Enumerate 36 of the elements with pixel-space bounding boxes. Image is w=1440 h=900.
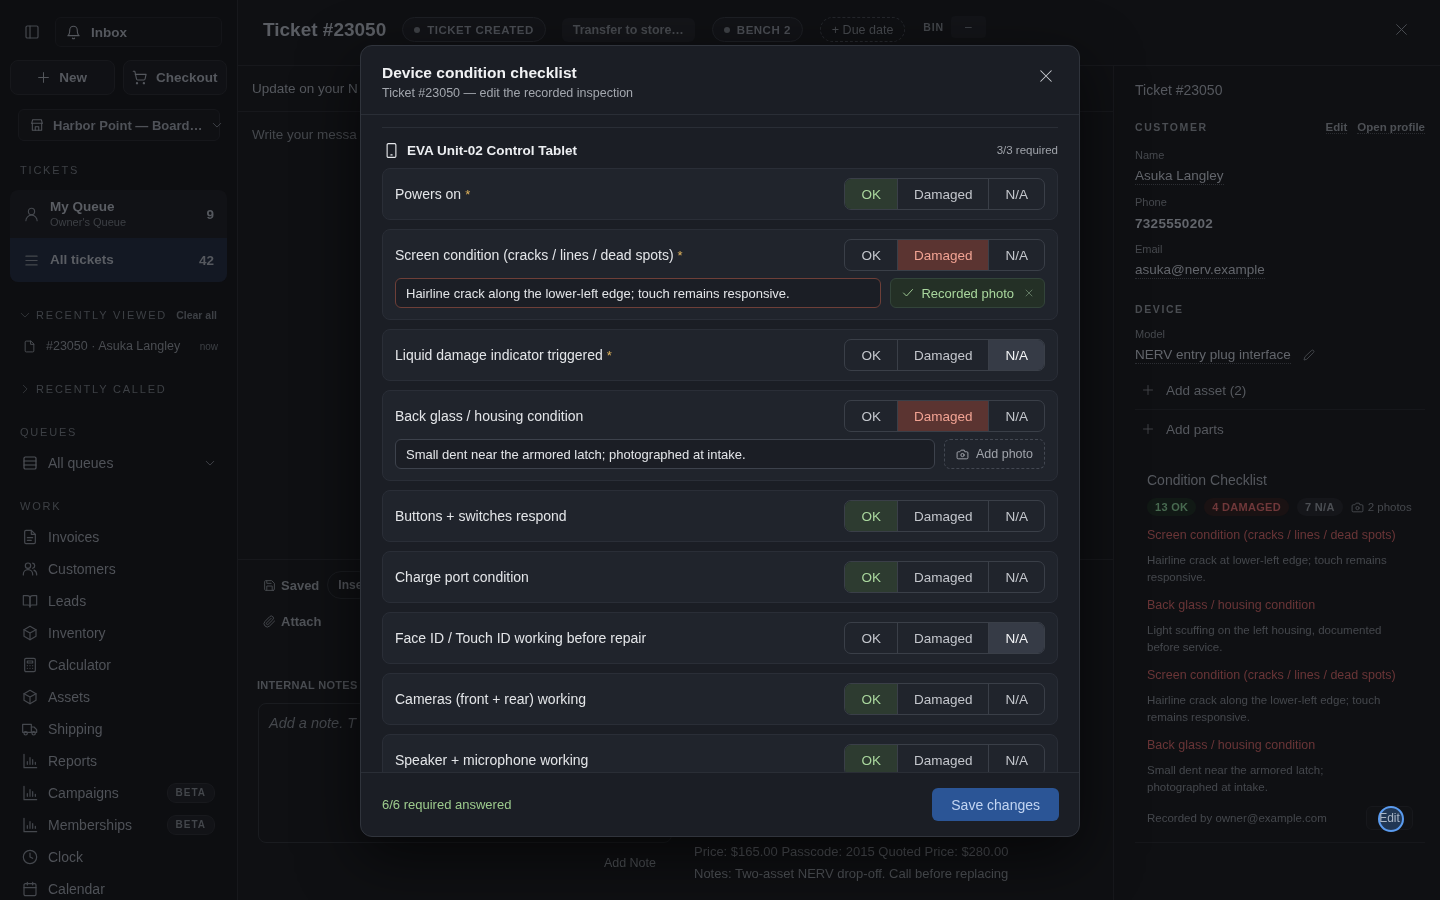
entry-title: Back glass / housing condition [1147,737,1316,754]
ticket-title: Ticket #23050 [263,18,387,41]
item-label: Buttons + switches respond [395,508,567,524]
field-label: Email [1135,242,1163,256]
item-label: Face ID / Touch ID working before repair [395,630,647,646]
item-label: Screen condition (cracks / lines / dead spots) [395,247,674,263]
item-label: Back glass / housing condition [395,408,584,424]
item-label: Cameras (front + rear) working [395,691,586,707]
required-mark: * [677,247,683,263]
field-label: Model [1135,327,1165,341]
device-name: EVA Unit-02 Control Tablet [407,142,578,158]
required-mark: * [606,347,612,363]
field-label: Phone [1135,195,1167,209]
field-label: Name [1135,148,1165,162]
count-badge: 7 N/A [1297,498,1343,516]
item-label: Charge port condition [395,569,529,585]
count-badge: 13 OK [1147,498,1197,516]
dialog-title: Device condition checklist [382,63,577,83]
panel-title: Ticket #23050 [1135,81,1223,100]
section-heading: DEVICE [1135,303,1184,315]
section-heading: CUSTOMER [1135,121,1208,133]
checklist-title: Condition Checklist [1147,471,1267,489]
item-label: Liquid damage indicator triggered [395,347,603,363]
recorded-by-text: Recorded by owner@example.com [1147,812,1327,824]
entry-title: Back glass / housing condition [1147,597,1316,614]
section-heading: INTERNAL NOTES [257,678,358,693]
dialog-subtitle: Ticket #23050 — edit the recorded inspection [382,85,634,101]
entry-title: Screen condition (cracks / lines / dead spots) [1147,667,1396,684]
required-status: 6/6 required answered [382,797,512,812]
entry-title: Screen condition (cracks / lines / dead spots) [1147,527,1396,544]
required-mark: * [465,186,471,202]
count-badge: 4 DAMAGED [1204,498,1289,516]
note-text: Notes: Two-asset NERV drop-off. Call before replacing [694,865,1009,883]
item-label: Speaker + microphone working [395,752,589,768]
required-count: 3/3 required [996,144,1058,156]
item-label: Powers on [395,186,462,202]
